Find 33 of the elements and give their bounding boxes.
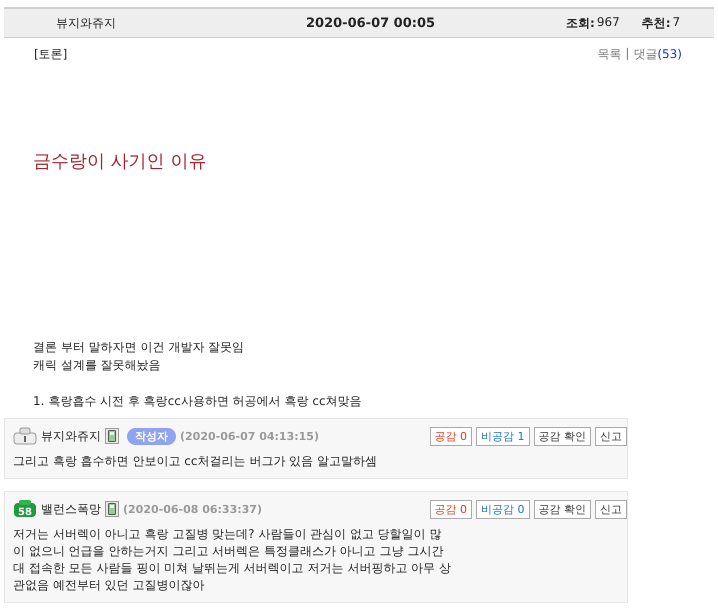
body-text-line: 결론 부터 말하자면 이건 개발자 잘못임 [33, 339, 246, 356]
comment-date: (2020-06-08 06:33:37) [123, 502, 262, 516]
commenter-name[interactable]: 뷰지와쥬지 [41, 428, 101, 444]
views-count: 967 [596, 14, 620, 30]
mobile-icon [105, 428, 119, 444]
level-badge-icon [13, 427, 37, 445]
comment-text: 그리고 흑랑 흡수하면 안보이고 cc처걸리는 버그가 있음 알고말하셈 [13, 453, 378, 470]
author-name: 뷰지와쥬지 [56, 14, 117, 32]
comment-date: (2020-06-07 04:13:15) [180, 430, 319, 442]
comments-link[interactable]: 댓글(53) [633, 46, 682, 63]
mobile-icon [105, 501, 119, 517]
like-button[interactable]: 공감 0 [430, 500, 472, 518]
post-title: 금수랑이 사기인 이유 [33, 150, 208, 173]
separator: | [625, 46, 630, 62]
like-button[interactable]: 공감 0 [430, 426, 472, 446]
like-check-button[interactable]: 공감 확인 [534, 426, 591, 446]
report-button[interactable]: 신고 [595, 426, 627, 446]
recommend-count: 7 [672, 14, 680, 30]
post-date: 2020-06-07 00:05 [306, 16, 436, 30]
comment-text: 저거는 서버렉이 아니고 흑랑 고질병 맞는데? 사람들이 관심이 없고 당할일이 많 이 없으니 언급을 안하는거지 그리고 서버렉은 특정클래스가 아니고 그냥 그시간 대 접속한 모든 사람들 핑이 미쳐 날뛰는게 서버렉이고 저거는 서버핑하고 아무 상 관없음 예전부터 있던 고질병이잖아 [13, 526, 452, 594]
recommend-label: 추천: [642, 14, 671, 32]
body-text-line: 캐릭 설계를 잘못해놨음 [33, 357, 162, 374]
dislike-button[interactable]: 비공감 1 [476, 426, 530, 446]
author-badge: 작성자 [127, 428, 176, 444]
commenter-name[interactable]: 밸런스폭망 [41, 500, 101, 518]
dislike-button[interactable]: 비공감 0 [476, 500, 530, 518]
level-badge-icon: 58 [13, 500, 37, 518]
list-link[interactable]: 목록 [597, 46, 622, 63]
report-button[interactable]: 신고 [595, 500, 627, 518]
views-label: 조회: [566, 14, 595, 32]
category-tag: [토론] [34, 46, 68, 63]
body-text-line: 1. 흑랑흡수 시전 후 흑랑cc사용하면 허공에서 흑랑 cc쳐맞음 [33, 393, 363, 410]
like-check-button[interactable]: 공감 확인 [534, 500, 591, 518]
